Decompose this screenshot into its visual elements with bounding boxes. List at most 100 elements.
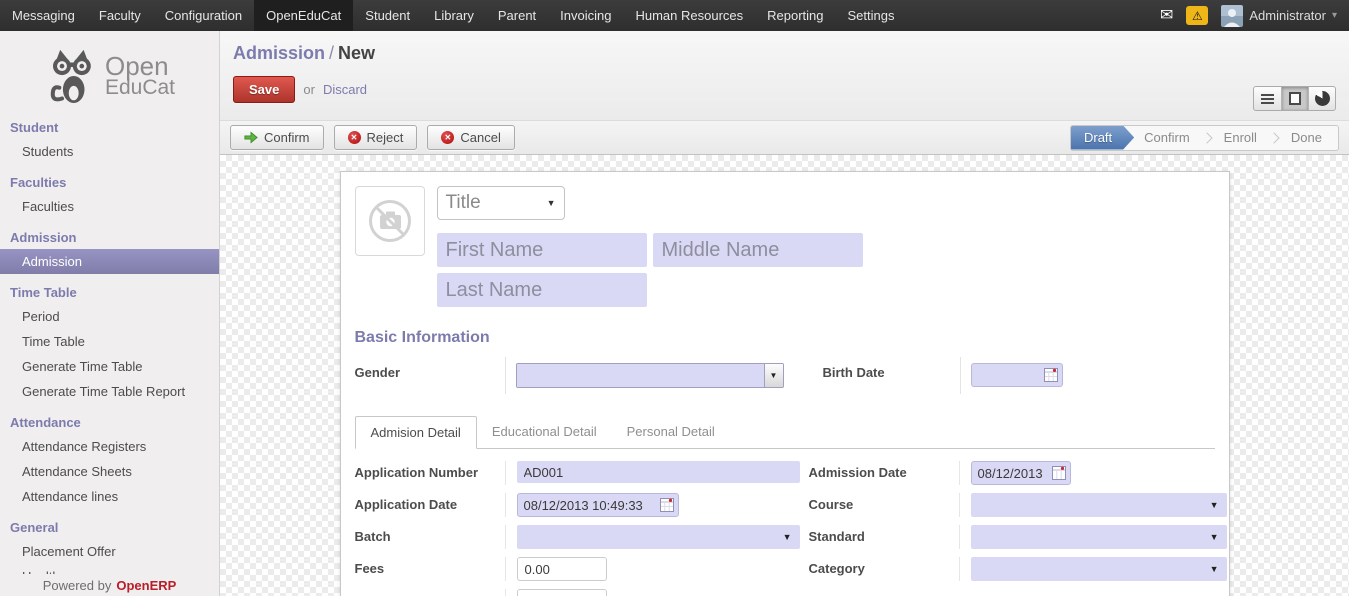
status-step-draft: Draft [1071,126,1134,150]
user-menu[interactable]: Administrator ▾ [1221,5,1337,27]
form-canvas: Title ▼ [220,155,1349,596]
user-name: Administrator [1249,8,1326,23]
no-photo-camera-icon [367,198,413,244]
topbar-item-human-resources[interactable]: Human Resources [623,0,755,31]
sidebar-item-students[interactable]: Students [0,139,219,164]
top-menubar: Messaging Faculty Configuration OpenEduC… [0,0,1349,31]
powered-by-footer: Powered by OpenERP [0,574,219,596]
first-name-input[interactable] [437,233,647,267]
caret-down-icon: ▼ [1210,532,1219,542]
openerp-brand-link[interactable]: OpenERP [116,578,176,593]
sidebar-item-period[interactable]: Period [0,304,219,329]
due-date-input[interactable] [517,589,607,596]
middle-name-input[interactable] [653,233,863,267]
sidebar-item-attendance-registers[interactable]: Attendance Registers [0,434,219,459]
app-window: Messaging Faculty Configuration OpenEduC… [0,0,1349,596]
sidebar-item-faculties[interactable]: Faculties [0,194,219,219]
gender-select-button[interactable]: ▼ [764,364,783,387]
warning-badge-icon[interactable]: ⚠ [1186,6,1208,25]
view-header: Admission/New Save or Discard [220,31,1349,120]
confirm-button[interactable]: Confirm [230,125,324,150]
admission-date-input[interactable] [971,461,1071,485]
category-select[interactable]: ▼ [971,557,1227,581]
topbar-item-messaging[interactable]: Messaging [0,0,87,31]
messages-envelope-icon[interactable]: ✉ [1160,8,1173,24]
form-view-icon [1289,92,1301,105]
chevron-down-icon: ▾ [1332,10,1337,21]
user-avatar [1221,5,1243,27]
sidebar-item-generate-time-table-report[interactable]: Generate Time Table Report [0,379,219,404]
sidebar-item-generate-time-table[interactable]: Generate Time Table [0,354,219,379]
topbar-item-configuration[interactable]: Configuration [153,0,254,31]
tab-personal-detail[interactable]: Personal Detail [612,416,730,448]
breadcrumb-admission-link[interactable]: Admission [233,43,325,63]
sidebar-item-time-table[interactable]: Time Table [0,329,219,354]
gender-select-value [517,364,764,387]
standard-label: Standard [809,525,959,549]
caret-down-icon: ▼ [1210,500,1219,510]
sidebar: Open EduCat Student Students Faculties F… [0,31,220,596]
birth-date-label: Birth Date [805,357,960,394]
student-photo-upload[interactable] [355,186,425,256]
discard-link[interactable]: Discard [323,82,367,97]
logo-text-line2: EduCat [105,78,175,98]
course-select[interactable]: ▼ [971,493,1227,517]
topbar-item-reporting[interactable]: Reporting [755,0,835,31]
topbar-item-settings[interactable]: Settings [836,0,907,31]
openeducat-logo: Open EduCat [8,43,211,109]
topbar-item-openeducat[interactable]: OpenEduCat [254,0,353,31]
fees-label: Fees [355,557,505,581]
standard-select[interactable]: ▼ [971,525,1227,549]
sidebar-item-admission[interactable]: Admission [0,249,219,274]
application-date-input[interactable] [517,493,679,517]
breadcrumb: Admission/New [220,31,1349,64]
application-date-label: Application Date [355,493,505,517]
application-number-input[interactable] [517,461,800,483]
sidebar-item-attendance-lines[interactable]: Attendance lines [0,484,219,509]
topbar-item-invoicing[interactable]: Invoicing [548,0,623,31]
sidebar-item-placement-offer[interactable]: Placement Offer [0,539,219,564]
save-button[interactable]: Save [233,76,295,103]
cancel-button[interactable]: ✕ Cancel [427,125,514,150]
notebook-tabs: Admision Detail Educational Detail Perso… [355,416,1215,449]
red-cross-icon: ✕ [441,131,454,144]
title-select-value: Title [446,192,481,214]
status-step-enroll: Enroll [1208,126,1273,150]
admission-date-text[interactable] [978,466,1048,481]
status-step-done: Done [1275,126,1338,150]
gender-select[interactable]: ▼ [516,363,784,388]
confirm-button-label: Confirm [264,130,310,145]
green-arrow-icon [244,131,258,144]
last-name-input[interactable] [437,273,647,307]
topbar-item-faculty[interactable]: Faculty [87,0,153,31]
calendar-icon[interactable] [1044,368,1058,382]
topbar-item-library[interactable]: Library [422,0,486,31]
list-view-button[interactable] [1254,87,1281,110]
status-step-confirm: Confirm [1128,126,1206,150]
birth-date-text[interactable] [978,368,1040,383]
sidebar-section-faculties: Faculties [0,172,219,194]
basic-information-heading: Basic Information [355,329,1215,347]
sidebar-section-admission: Admission [0,227,219,249]
sidebar-section-time-table: Time Table [0,282,219,304]
fees-input[interactable] [517,557,607,581]
list-view-icon [1261,94,1274,104]
sidebar-section-general: General [0,517,219,539]
logo-text-line1: Open [105,54,175,79]
graph-view-icon [1315,91,1330,106]
tab-educational-detail[interactable]: Educational Detail [477,416,612,448]
tab-admision-detail[interactable]: Admision Detail [355,416,477,449]
calendar-icon[interactable] [660,498,674,512]
graph-view-button[interactable] [1308,87,1335,110]
application-date-text[interactable] [524,498,656,513]
sidebar-item-attendance-sheets[interactable]: Attendance Sheets [0,459,219,484]
topbar-item-parent[interactable]: Parent [486,0,548,31]
reject-button[interactable]: ✕ Reject [334,125,418,150]
batch-select[interactable]: ▼ [517,525,800,549]
calendar-icon[interactable] [1052,466,1066,480]
caret-down-icon: ▼ [783,532,792,542]
title-select[interactable]: Title ▼ [437,186,565,220]
topbar-item-student[interactable]: Student [353,0,422,31]
form-view-button[interactable] [1281,87,1308,110]
birth-date-input[interactable] [971,363,1063,387]
